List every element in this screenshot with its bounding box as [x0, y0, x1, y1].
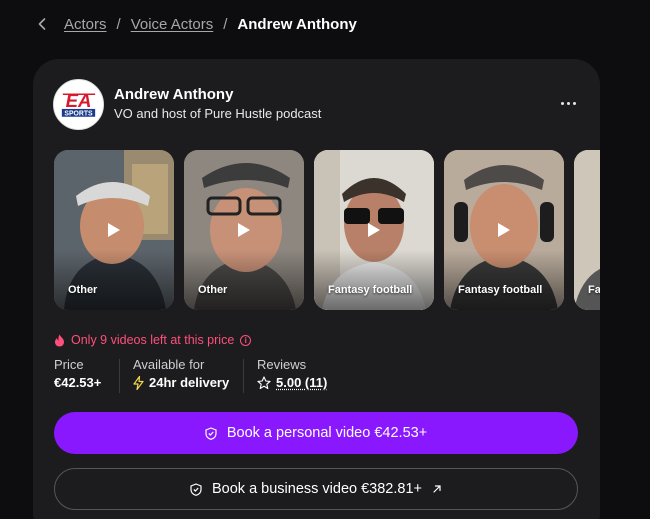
talent-tagline: VO and host of Pure Hustle podcast — [114, 106, 322, 121]
video-thumbnail[interactable]: Other — [54, 150, 174, 310]
talent-card: EA SPORTS Andrew Anthony VO and host of … — [33, 59, 600, 519]
book-personal-video-button[interactable]: Book a personal video €42.53+ — [54, 412, 578, 454]
more-options-icon[interactable] — [556, 94, 580, 112]
play-icon — [498, 223, 510, 237]
video-carousel[interactable]: Other Other Fantasy football Fantasy foo… — [54, 150, 600, 311]
video-thumbnail[interactable]: Fantasy football — [444, 150, 564, 310]
video-thumbnail[interactable]: Fa — [574, 150, 600, 310]
play-icon — [238, 223, 250, 237]
scarcity-text: Only 9 videos left at this price — [71, 333, 235, 347]
avatar[interactable]: EA SPORTS — [53, 79, 104, 130]
talent-name: Andrew Anthony — [114, 86, 234, 103]
star-icon — [257, 375, 271, 389]
breadcrumb-separator: / — [116, 15, 121, 33]
book-personal-video-label: Book a personal video €42.53+ — [226, 425, 428, 441]
price-value: €42.53+ — [54, 375, 101, 390]
ea-sports-logo: EA SPORTS — [61, 89, 96, 117]
back-chevron-icon[interactable] — [36, 14, 48, 34]
stat-divider — [243, 359, 244, 393]
svg-text:EA: EA — [66, 89, 92, 110]
book-business-video-button[interactable]: Book a business video €382.81+ — [54, 468, 578, 510]
video-category-label: Other — [68, 284, 98, 296]
external-arrow-icon — [433, 485, 441, 493]
delivery-time: 24hr delivery — [149, 375, 230, 390]
svg-text:SPORTS: SPORTS — [64, 110, 93, 117]
price-amount: €42.53+ — [54, 375, 102, 390]
stat-divider — [119, 359, 120, 393]
video-thumbnail[interactable]: Fantasy football — [314, 150, 434, 310]
breadcrumb-current: Andrew Anthony — [237, 15, 357, 33]
video-category-label: Fantasy football — [458, 284, 543, 296]
play-icon — [108, 223, 120, 237]
reviews-label: Reviews — [257, 357, 307, 372]
breadcrumb-link-actors[interactable]: Actors — [64, 16, 107, 33]
shield-icon — [205, 426, 217, 440]
info-icon[interactable]: i — [240, 334, 252, 346]
availability-label: Available for — [133, 357, 205, 372]
video-category-label: Fa — [588, 284, 600, 296]
breadcrumb: Actors / Voice Actors / Andrew Anthony — [36, 13, 357, 35]
price-label: Price — [54, 357, 84, 372]
lightning-icon — [133, 375, 144, 390]
video-category-label: Other — [198, 284, 228, 296]
availability-value: 24hr delivery — [133, 375, 229, 390]
scarcity-notice: Only 9 videos left at this price i — [54, 333, 252, 347]
breadcrumb-link-voice-actors[interactable]: Voice Actors — [131, 16, 214, 33]
shield-icon — [190, 482, 202, 496]
reviews-value: 5.00 (11) — [257, 375, 327, 390]
play-icon — [368, 223, 380, 237]
fire-icon — [55, 334, 64, 346]
video-thumbnail[interactable]: Other — [184, 150, 304, 310]
breadcrumb-separator: / — [223, 15, 228, 33]
video-category-label: Fantasy football — [328, 284, 413, 296]
book-business-video-label: Book a business video €382.81+ — [211, 481, 422, 497]
reviews-link[interactable]: 5.00 (11) — [276, 375, 327, 390]
